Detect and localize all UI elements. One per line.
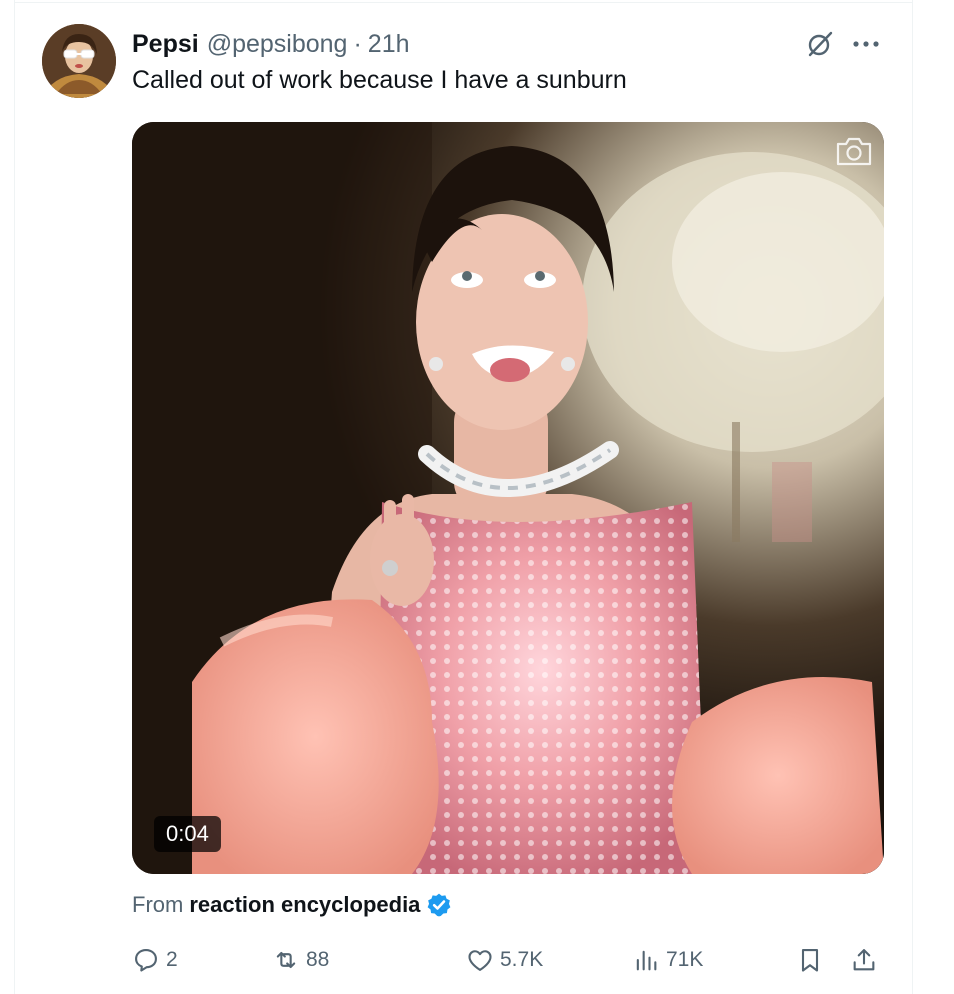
source-account-link[interactable]: reaction encyclopedia <box>189 892 420 918</box>
views-icon <box>636 950 657 971</box>
tweet-card: Pepsi @pepsibong · 21h Called out of wor… <box>0 0 954 994</box>
retweet-count: 88 <box>306 948 330 971</box>
share-icon <box>853 949 875 971</box>
tweet-video[interactable]: 0:04 <box>132 122 884 874</box>
tweet-text: Called out of work because I have a sunb… <box>132 66 627 94</box>
verified-badge-icon <box>428 893 451 917</box>
timestamp[interactable]: 21h <box>368 30 410 59</box>
avatar[interactable] <box>42 24 116 98</box>
bookmark-icon <box>801 949 819 972</box>
like-count: 5.7K <box>500 948 544 971</box>
share-button[interactable] <box>850 942 878 978</box>
reply-button[interactable]: 2 <box>132 942 178 978</box>
card-border-right <box>912 0 913 994</box>
like-icon <box>468 950 492 971</box>
like-button[interactable]: 5.7K <box>466 942 543 978</box>
retweet-button[interactable]: 88 <box>272 942 329 978</box>
action-bar: 2 88 5.7K 71K <box>132 942 892 978</box>
card-border-top <box>14 2 913 3</box>
grok-icon[interactable] <box>804 28 836 60</box>
video-duration: 0:04 <box>154 816 221 852</box>
reply-count: 2 <box>166 948 178 971</box>
avatar-image <box>42 24 116 98</box>
reply-icon <box>135 949 157 972</box>
camera-icon[interactable] <box>834 134 874 168</box>
tweet-header: Pepsi @pepsibong · 21h <box>132 28 410 60</box>
view-count: 71K <box>666 948 704 971</box>
source-prefix: From <box>132 892 184 917</box>
card-border-left <box>14 0 15 994</box>
user-handle[interactable]: @pepsibong <box>207 30 348 59</box>
retweet-icon <box>276 951 296 969</box>
video-frame <box>132 122 884 874</box>
display-name[interactable]: Pepsi <box>132 30 199 59</box>
views-button[interactable]: 71K <box>632 942 703 978</box>
media-source: From reaction encyclopedia <box>132 890 452 920</box>
separator-dot: · <box>353 29 362 58</box>
bookmark-button[interactable] <box>796 942 824 978</box>
more-icon[interactable] <box>848 30 884 58</box>
